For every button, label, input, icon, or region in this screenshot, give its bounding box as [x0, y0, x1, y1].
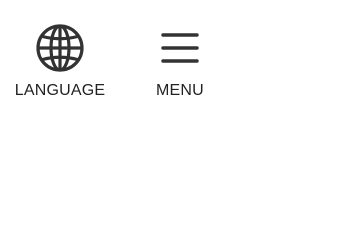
hamburger-menu-icon [154, 22, 206, 74]
language-label: LANGUAGE [14, 82, 106, 99]
globe-icon [34, 22, 86, 74]
menu-label: MENU [156, 82, 204, 99]
language-button[interactable]: LANGUAGE [0, 22, 120, 100]
menu-button[interactable]: MENU [120, 22, 240, 100]
page: LANGUAGE MENU [0, 0, 360, 240]
